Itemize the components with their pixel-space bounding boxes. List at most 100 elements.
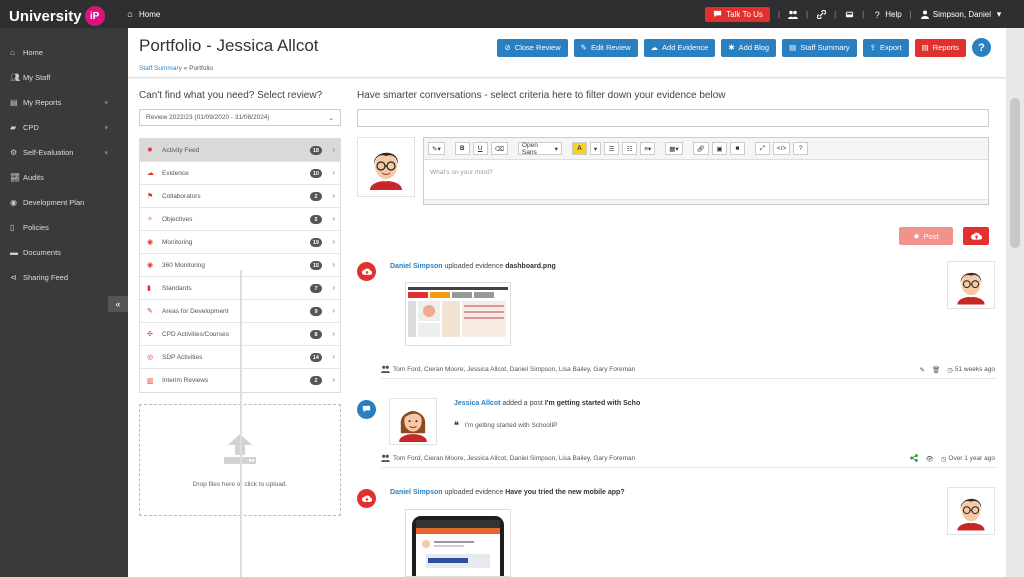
insert-image-icon[interactable]: ▣ <box>711 142 727 155</box>
help-button[interactable]: ? <box>972 38 991 57</box>
numbered-list-icon[interactable]: ☷ <box>622 142 638 155</box>
evidence-thumbnail[interactable] <box>405 282 511 346</box>
sidebar-item-label: My Reports <box>23 98 62 107</box>
edit-review-button[interactable]: ✎ Edit Review <box>573 38 638 57</box>
page-scrollbar[interactable] <box>1006 28 1024 577</box>
breadcrumb-staff-summary[interactable]: Staff Summary <box>139 65 182 72</box>
bullet-list-icon[interactable]: ☰ <box>604 142 620 155</box>
underline-button[interactable]: U <box>472 142 488 155</box>
feed-item-header: Daniel Simpson uploaded evidence dashboa… <box>390 263 556 270</box>
menu-item-label: Objectives <box>162 215 193 223</box>
sidebar-item-self-evaluation[interactable]: ⚙︎ Self-Evaluation ▾ <box>0 140 128 165</box>
button-label: Add Blog <box>738 43 770 52</box>
post-composer: ✎▾ B U ⌫ Open Sans ▾ A ▾ ☰ ☷ ≡▾ ▦▾ 🔗︎ ▣ … <box>357 137 989 212</box>
export-icon: ⇪ <box>869 43 876 52</box>
home-icon: ⌂ <box>127 9 133 19</box>
sidebar-item-audits[interactable]: 📈︎ Audits <box>0 165 128 190</box>
fullscreen-icon[interactable]: ⤢ <box>754 142 770 155</box>
feed-author-link[interactable]: Jessica Allcot <box>454 400 500 407</box>
staff-summary-button[interactable]: ▤ Staff Summary <box>782 38 857 57</box>
magic-wand-icon[interactable]: ✎▾ <box>428 142 445 155</box>
count-badge: 10 <box>309 169 322 178</box>
avatar <box>389 398 437 445</box>
feed-subject[interactable]: dashboard.png <box>505 263 556 270</box>
sidebar-item-sharing-feed[interactable]: ⊲ Sharing Feed <box>0 265 128 290</box>
feed-author-link[interactable]: Daniel Simpson <box>390 263 443 270</box>
logo[interactable]: University iP <box>9 6 105 26</box>
font-family-select[interactable]: Open Sans ▾ <box>517 142 562 156</box>
chart-icon: ▥ <box>147 377 154 385</box>
feed-author-link[interactable]: Daniel Simpson <box>390 489 443 496</box>
align-icon[interactable]: ≡▾ <box>640 142 656 155</box>
add-evidence-button[interactable]: ☁ Add Evidence <box>643 38 716 57</box>
menu-item-monitoring[interactable]: ◉ Monitoring 19 › <box>140 231 340 254</box>
count-badge: 14 <box>309 353 322 362</box>
eye-icon[interactable]: 👁︎ <box>925 455 933 463</box>
editor-resize-handle[interactable] <box>424 199 988 204</box>
top-home-link[interactable]: ⌂ Home <box>125 9 160 19</box>
post-button[interactable]: ✸ Post <box>899 227 953 245</box>
table-icon[interactable]: ▦▾ <box>665 142 683 155</box>
menu-item-label: Monitoring <box>162 238 193 246</box>
export-button[interactable]: ⇪ Export <box>862 38 909 57</box>
close-review-button[interactable]: ⊘ Close Review <box>497 38 568 57</box>
staff-icon[interactable] <box>787 10 798 20</box>
bold-button[interactable]: B <box>454 142 470 155</box>
sidebar-item-cpd[interactable]: ▰ CPD ▾ <box>0 115 128 140</box>
button-label: Close Review <box>514 43 561 52</box>
menu-item-activity-feed[interactable]: ✸ Activity Feed 18 › <box>140 139 340 162</box>
breadcrumb: Staff Summary » Portfolio <box>139 65 213 72</box>
feed-subject[interactable]: I'm getting started with Scho <box>545 400 640 407</box>
insert-link-icon[interactable]: 🔗︎ <box>692 142 709 155</box>
menu-item-label: 360 Monitoring <box>162 261 205 269</box>
reports-button[interactable]: ▤ Reports <box>914 38 966 57</box>
sidebar-collapse-button[interactable]: « <box>108 296 128 312</box>
sidebar-item-my-staff[interactable]: 👥︎ My Staff <box>0 65 128 90</box>
sidebar-item-home[interactable]: ⌂ Home <box>0 40 128 65</box>
rich-text-editor[interactable]: ✎▾ B U ⌫ Open Sans ▾ A ▾ ☰ ☷ ≡▾ ▦▾ 🔗︎ ▣ … <box>423 137 989 205</box>
review-select[interactable]: Review 2022/23 (01/09/2020 - 31/08/2024)… <box>139 109 341 126</box>
feed-time: Over 1 year ago <box>948 455 995 462</box>
feed-action: uploaded evidence <box>444 263 504 270</box>
help-link[interactable]: ? Help <box>872 10 902 20</box>
share-icon[interactable] <box>910 453 919 464</box>
edit-icon[interactable]: ✎ <box>919 366 924 374</box>
filter-input[interactable] <box>357 109 989 127</box>
feed-action: added a post <box>502 400 543 407</box>
trash-icon[interactable]: 🗑︎ <box>932 366 940 374</box>
upload-evidence-button[interactable] <box>963 227 989 245</box>
feed-subject[interactable]: Have you tried the new mobile app? <box>505 489 624 496</box>
sidebar-item-label: Audits <box>23 173 44 182</box>
code-view-icon[interactable]: </> <box>772 142 791 155</box>
add-blog-button[interactable]: ✱ Add Blog <box>721 38 777 57</box>
objectives-icon: ✧ <box>147 216 153 223</box>
sidebar: ⌂ Home 👥︎ My Staff ▤ My Reports ▾ ▰ CPD ▾ ⚙︎ Self-E… <box>0 28 128 577</box>
menu-item-collaborators[interactable]: ⚑ Collaborators 2 › <box>140 185 340 208</box>
insert-video-icon[interactable]: ■ <box>729 142 745 155</box>
sidebar-item-my-reports[interactable]: ▤ My Reports ▾ <box>0 90 128 115</box>
editor-help-icon[interactable]: ? <box>793 142 809 155</box>
user-menu[interactable]: Simpson, Daniel ▾ <box>920 9 1004 20</box>
button-label: Add Evidence <box>662 43 709 52</box>
sidebar-item-label: Documents <box>23 248 61 257</box>
scrollbar-thumb[interactable] <box>1010 98 1020 248</box>
review-select-value: Review 2022/23 (01/09/2020 - 31/08/2024) <box>146 114 270 121</box>
sidebar-item-development-plan[interactable]: ◉ Development Plan <box>0 190 128 215</box>
sidebar-item-documents[interactable]: ▬ Documents <box>0 240 128 265</box>
count-badge: 2 <box>310 192 322 201</box>
text-color-button[interactable]: A <box>571 142 587 155</box>
sidebar-item-policies[interactable]: ▯ Policies <box>0 215 128 240</box>
eraser-icon[interactable]: ⌫ <box>490 142 508 155</box>
inbox-icon[interactable] <box>844 10 854 20</box>
mobile-app-screenshot-image <box>412 516 504 577</box>
menu-item-evidence[interactable]: ☁ Evidence 10 › <box>140 162 340 185</box>
text-color-caret-icon[interactable]: ▾ <box>589 142 602 155</box>
talk-to-us-button[interactable]: Talk To Us <box>705 7 770 22</box>
evidence-thumbnail[interactable] <box>405 509 511 577</box>
count-badge: 18 <box>309 146 322 155</box>
link-icon[interactable] <box>816 10 826 20</box>
menu-item-objectives[interactable]: ✧ Objectives 5 › <box>140 208 340 231</box>
menu-item-label: Interim Reviews <box>162 377 209 384</box>
standards-icon: ▮ <box>147 285 151 292</box>
separator: | <box>805 10 809 19</box>
